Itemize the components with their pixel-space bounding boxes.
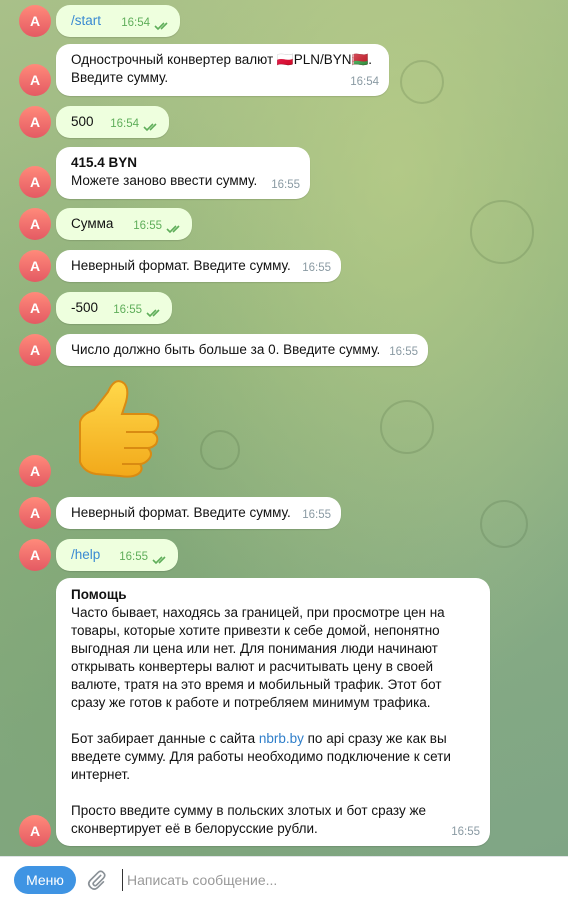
- double-check-icon: [154, 22, 168, 31]
- message-time: 16:55: [302, 509, 331, 521]
- avatar[interactable]: A: [19, 334, 51, 366]
- avatar[interactable]: A: [19, 5, 51, 37]
- background-doodle: [200, 430, 240, 470]
- message-bubble[interactable]: /help 16:55: [56, 539, 178, 571]
- message-text[interactable]: /help: [71, 547, 100, 562]
- avatar[interactable]: A: [19, 497, 51, 529]
- avatar[interactable]: A: [19, 455, 51, 487]
- avatar[interactable]: A: [19, 539, 51, 571]
- message-bubble[interactable]: 415.4 BYN Можете заново ввести сумму. 16…: [56, 147, 310, 199]
- double-check-icon: [152, 556, 166, 565]
- double-check-icon: [166, 225, 180, 234]
- help-title: Помощь: [71, 587, 127, 602]
- message-bubble[interactable]: Однострочный конвертер валют 🇵🇱PLN/BYN🇧🇾…: [56, 44, 389, 96]
- attach-icon[interactable]: [86, 869, 108, 891]
- avatar[interactable]: A: [19, 292, 51, 324]
- message-text: Число должно быть больше за 0. Введите с…: [71, 342, 381, 357]
- background-doodle: [400, 60, 444, 104]
- thumbs-up-sticker-icon[interactable]: [60, 372, 170, 484]
- message-text: Введите сумму.: [71, 70, 169, 85]
- double-check-icon: [143, 123, 157, 132]
- message-bubble[interactable]: Помощь Часто бывает, находясь за границе…: [56, 578, 490, 846]
- message-bubble[interactable]: Неверный формат. Введите сумму. 16:55: [56, 250, 341, 282]
- message-time: 16:54: [350, 76, 379, 88]
- help-paragraph: Часто бывает, находясь за границей, при …: [71, 605, 445, 710]
- message-time: 16:55: [271, 179, 300, 191]
- message-text: Неверный формат. Введите сумму.: [71, 258, 291, 273]
- background-doodle: [470, 200, 534, 264]
- message-time: 16:55: [389, 346, 418, 358]
- message-bubble[interactable]: Сумма 16:55: [56, 208, 192, 240]
- message-time: 16:55: [302, 262, 331, 274]
- help-paragraph: Бот забирает данные с сайта nbrb.by по a…: [71, 730, 476, 784]
- avatar[interactable]: A: [19, 166, 51, 198]
- help-text: Бот забирает данные с сайта: [71, 731, 259, 746]
- message-time: 16:55: [119, 551, 148, 563]
- background-doodle: [480, 500, 528, 548]
- double-check-icon: [146, 309, 160, 318]
- composer-bar: Меню Написать сообщение...: [0, 856, 568, 902]
- nbrb-link[interactable]: nbrb.by: [259, 731, 304, 746]
- message-time: 16:55: [113, 304, 142, 316]
- message-time: 16:54: [121, 17, 150, 29]
- message-text: Однострочный конвертер валют 🇵🇱PLN/BYN🇧🇾…: [71, 52, 373, 67]
- message-input[interactable]: Написать сообщение...: [122, 869, 547, 891]
- message-text: 415.4 BYN: [71, 155, 138, 170]
- avatar[interactable]: A: [19, 64, 51, 96]
- message-text: Можете заново ввести сумму.: [71, 173, 258, 188]
- message-bubble[interactable]: /start 16:54: [56, 5, 180, 37]
- message-time: 16:55: [133, 220, 162, 232]
- avatar[interactable]: A: [19, 208, 51, 240]
- avatar[interactable]: A: [19, 250, 51, 282]
- chat-area[interactable]: A /start 16:54 A Однострочный конвертер …: [0, 0, 568, 856]
- menu-button[interactable]: Меню: [14, 866, 76, 894]
- background-doodle: [380, 400, 434, 454]
- message-text: -500: [71, 300, 99, 315]
- message-time: 16:55: [451, 826, 480, 838]
- message-text[interactable]: /start: [71, 13, 101, 28]
- message-bubble[interactable]: Неверный формат. Введите сумму. 16:55: [56, 497, 341, 529]
- message-bubble[interactable]: 500 16:54: [56, 106, 169, 138]
- message-bubble[interactable]: Число должно быть больше за 0. Введите с…: [56, 334, 428, 366]
- avatar[interactable]: A: [19, 815, 51, 847]
- message-text: Сумма: [71, 216, 114, 231]
- message-bubble[interactable]: -500 16:55: [56, 292, 172, 324]
- message-text: Неверный формат. Введите сумму.: [71, 505, 291, 520]
- message-text: 500: [71, 114, 94, 129]
- avatar[interactable]: A: [19, 106, 51, 138]
- message-time: 16:54: [110, 118, 139, 130]
- help-paragraph: Просто введите сумму в польских злотых и…: [71, 803, 427, 836]
